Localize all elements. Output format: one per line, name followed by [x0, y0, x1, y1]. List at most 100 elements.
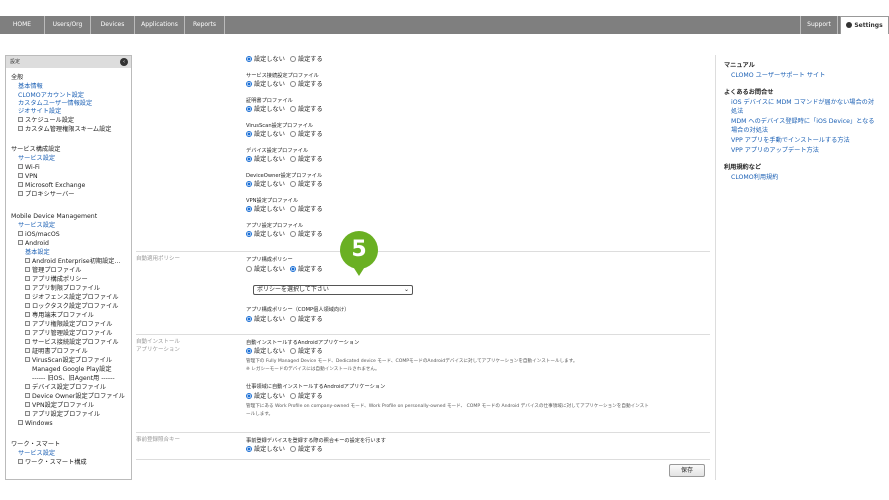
- sidebar-item-android[interactable]: 証明書プロファイル: [25, 348, 88, 356]
- radio-off[interactable]: [246, 393, 252, 399]
- radio-off[interactable]: [246, 348, 252, 354]
- tab-home[interactable]: HOME: [0, 16, 45, 34]
- sidebar-item-proxy[interactable]: プロキシサーバー: [18, 191, 74, 199]
- sidebar-item-android[interactable]: サービス接続設定プロファイル: [25, 339, 119, 347]
- radio-group: 設定しない 設定する: [246, 392, 323, 401]
- sidebar-item-android[interactable]: 管理プロファイル: [25, 267, 82, 275]
- sidebar-item-android[interactable]: Android Enterprise初期設定...: [25, 258, 120, 266]
- step-badge: 5: [340, 231, 378, 269]
- tab-users-org[interactable]: Users/Org: [45, 16, 91, 34]
- sidebar-item-android[interactable]: アプリ構成ポリシー: [25, 276, 88, 284]
- help-link-faq[interactable]: VPP アプリのアップデート方法: [731, 146, 819, 155]
- radio-label: 設定しない: [254, 206, 285, 213]
- tab-applications[interactable]: Applications: [135, 16, 185, 34]
- sidebar-item-label: カスタム管理権限スキーム設定: [25, 126, 112, 133]
- radio-on[interactable]: [289, 266, 296, 272]
- sidebar-item-android[interactable]: デバイス設定プロファイル: [25, 384, 106, 392]
- sidebar-link-custom-user[interactable]: カスタムユーザー情報設定: [18, 100, 92, 108]
- sidebar-item-android[interactable]: VirusScan設定プロファイル: [25, 357, 112, 365]
- sidebar-item-android[interactable]: ロックタスク設定プロファイル: [25, 303, 118, 311]
- sidebar-item-label: VPN: [25, 173, 38, 180]
- sidebar-link-android-basic[interactable]: 基本設定: [25, 249, 50, 257]
- radio-off[interactable]: [246, 156, 252, 162]
- radio-on[interactable]: [289, 348, 296, 354]
- help-link-support-site[interactable]: CLOMO ユーザーサポート サイト: [731, 71, 825, 80]
- tab-reports[interactable]: Reports: [185, 16, 225, 34]
- radio-on[interactable]: [289, 446, 296, 452]
- sidebar-item-wifi[interactable]: Wi-Fi: [18, 164, 40, 172]
- sidebar-link-clomo-account[interactable]: CLOMOアカウント設定: [18, 92, 84, 100]
- sidebar-heading-service: サービス構成設定: [11, 146, 61, 153]
- sidebar-link-service-settings[interactable]: サービス設定: [18, 155, 55, 163]
- sidebar-item-android[interactable]: アプリ設定プロファイル: [25, 411, 100, 419]
- sidebar-item-android[interactable]: アプリ管理設定プロファイル: [25, 330, 112, 338]
- sidebar-item-label: アプリ構成ポリシー: [32, 276, 88, 283]
- tab-support[interactable]: Support: [800, 16, 838, 34]
- sidebar-item-label: ジオフェンス設定プロファイル: [32, 294, 119, 301]
- tab-settings[interactable]: Settings: [840, 16, 889, 34]
- sidebar-link-geosite[interactable]: ジオサイト設定: [18, 108, 61, 116]
- sidebar-item-ios-macos[interactable]: iOS/macOS: [18, 231, 60, 239]
- radio-off[interactable]: [246, 181, 252, 187]
- save-button[interactable]: 保存: [669, 464, 705, 477]
- help-link-faq[interactable]: 場合の対処法: [731, 126, 768, 135]
- sidebar-item-exchange[interactable]: Microsoft Exchange: [18, 182, 85, 190]
- help-heading-terms: 利用規約など: [724, 164, 762, 171]
- chevron-down-icon: ⌄: [403, 286, 409, 293]
- sidebar-item-work-smart-config[interactable]: ワーク・スマート構成: [18, 459, 87, 467]
- help-link-faq[interactable]: MDM へのデバイス登録時に「iOS Device」となる: [731, 117, 875, 126]
- radio-on[interactable]: [289, 106, 296, 112]
- radio-label: 設定する: [297, 393, 323, 400]
- sidebar-link-work-service[interactable]: サービス設定: [18, 450, 55, 458]
- radio-on[interactable]: [289, 56, 296, 62]
- sidebar-item-android[interactable]: 専用端末プロファイル: [25, 312, 94, 320]
- sidebar-item-android[interactable]: ジオフェンス設定プロファイル: [25, 294, 119, 302]
- radio-on[interactable]: [289, 393, 296, 399]
- expand-icon: [18, 420, 23, 425]
- radio-on[interactable]: [289, 316, 296, 322]
- radio-off[interactable]: [246, 266, 252, 272]
- help-link-terms[interactable]: CLOMO利用規約: [731, 173, 778, 182]
- radio-off[interactable]: [246, 106, 252, 112]
- radio-label: 設定する: [297, 446, 323, 453]
- help-heading-manual: マニュアル: [724, 62, 755, 69]
- sidebar-item-android[interactable]: VPN設定プロファイル: [25, 402, 94, 410]
- radio-off[interactable]: [246, 131, 252, 137]
- radio-off[interactable]: [246, 56, 252, 62]
- help-link-faq[interactable]: iOS デバイスに MDM コマンドが届かない場合の対: [731, 98, 874, 107]
- radio-group: 設定しない 設定する: [246, 265, 323, 274]
- radio-on[interactable]: [289, 231, 296, 237]
- radio-off[interactable]: [246, 81, 252, 87]
- sidebar-link-mdm-service[interactable]: サービス設定: [18, 222, 55, 230]
- step-badge-pointer: [352, 265, 366, 276]
- sidebar-item-android[interactable]: アプリ制限プロファイル: [25, 285, 100, 293]
- radio-group: 設定しない 設定する: [246, 230, 323, 239]
- sidebar-item-android[interactable]: Android: [18, 240, 49, 248]
- policy-select[interactable]: ポリシーを選択して下さい ⌄: [253, 285, 413, 295]
- sidebar-item-android[interactable]: アプリ権限設定プロファイル: [25, 321, 112, 329]
- help-link-faq[interactable]: 処法: [731, 107, 743, 116]
- radio-off[interactable]: [246, 446, 252, 452]
- sidebar-item-vpn[interactable]: VPN: [18, 173, 38, 181]
- radio-on[interactable]: [289, 81, 296, 87]
- section-label-prereg: 事前登録照合キー: [136, 437, 181, 443]
- sidebar-item-windows[interactable]: Windows: [18, 420, 53, 428]
- sidebar-heading-general: 全般: [11, 74, 24, 81]
- help-link-faq[interactable]: VPP アプリを手動でインストールする方法: [731, 136, 850, 145]
- sidebar-item-custom-admin[interactable]: カスタム管理権限スキーム設定: [18, 126, 111, 134]
- radio-off[interactable]: [246, 316, 252, 322]
- radio-on[interactable]: [289, 131, 296, 137]
- radio-on[interactable]: [289, 156, 296, 162]
- radio-off[interactable]: [246, 231, 252, 237]
- sidebar-link-basic-info[interactable]: 基本情報: [18, 83, 43, 91]
- collapse-icon[interactable]: ‹: [120, 58, 128, 66]
- expand-icon: [25, 294, 30, 299]
- sidebar-item-schedule[interactable]: スケジュール設定: [18, 117, 74, 125]
- radio-on[interactable]: [289, 206, 296, 212]
- sidebar-item-android[interactable]: Device Owner設定プロファイル: [25, 393, 125, 401]
- tab-devices[interactable]: Devices: [91, 16, 135, 34]
- radio-group: 設定しない 設定する: [246, 105, 323, 114]
- radio-off[interactable]: [246, 206, 252, 212]
- radio-on[interactable]: [289, 181, 296, 187]
- sidebar-item-managed-google-play[interactable]: Managed Google Play設定: [32, 366, 112, 374]
